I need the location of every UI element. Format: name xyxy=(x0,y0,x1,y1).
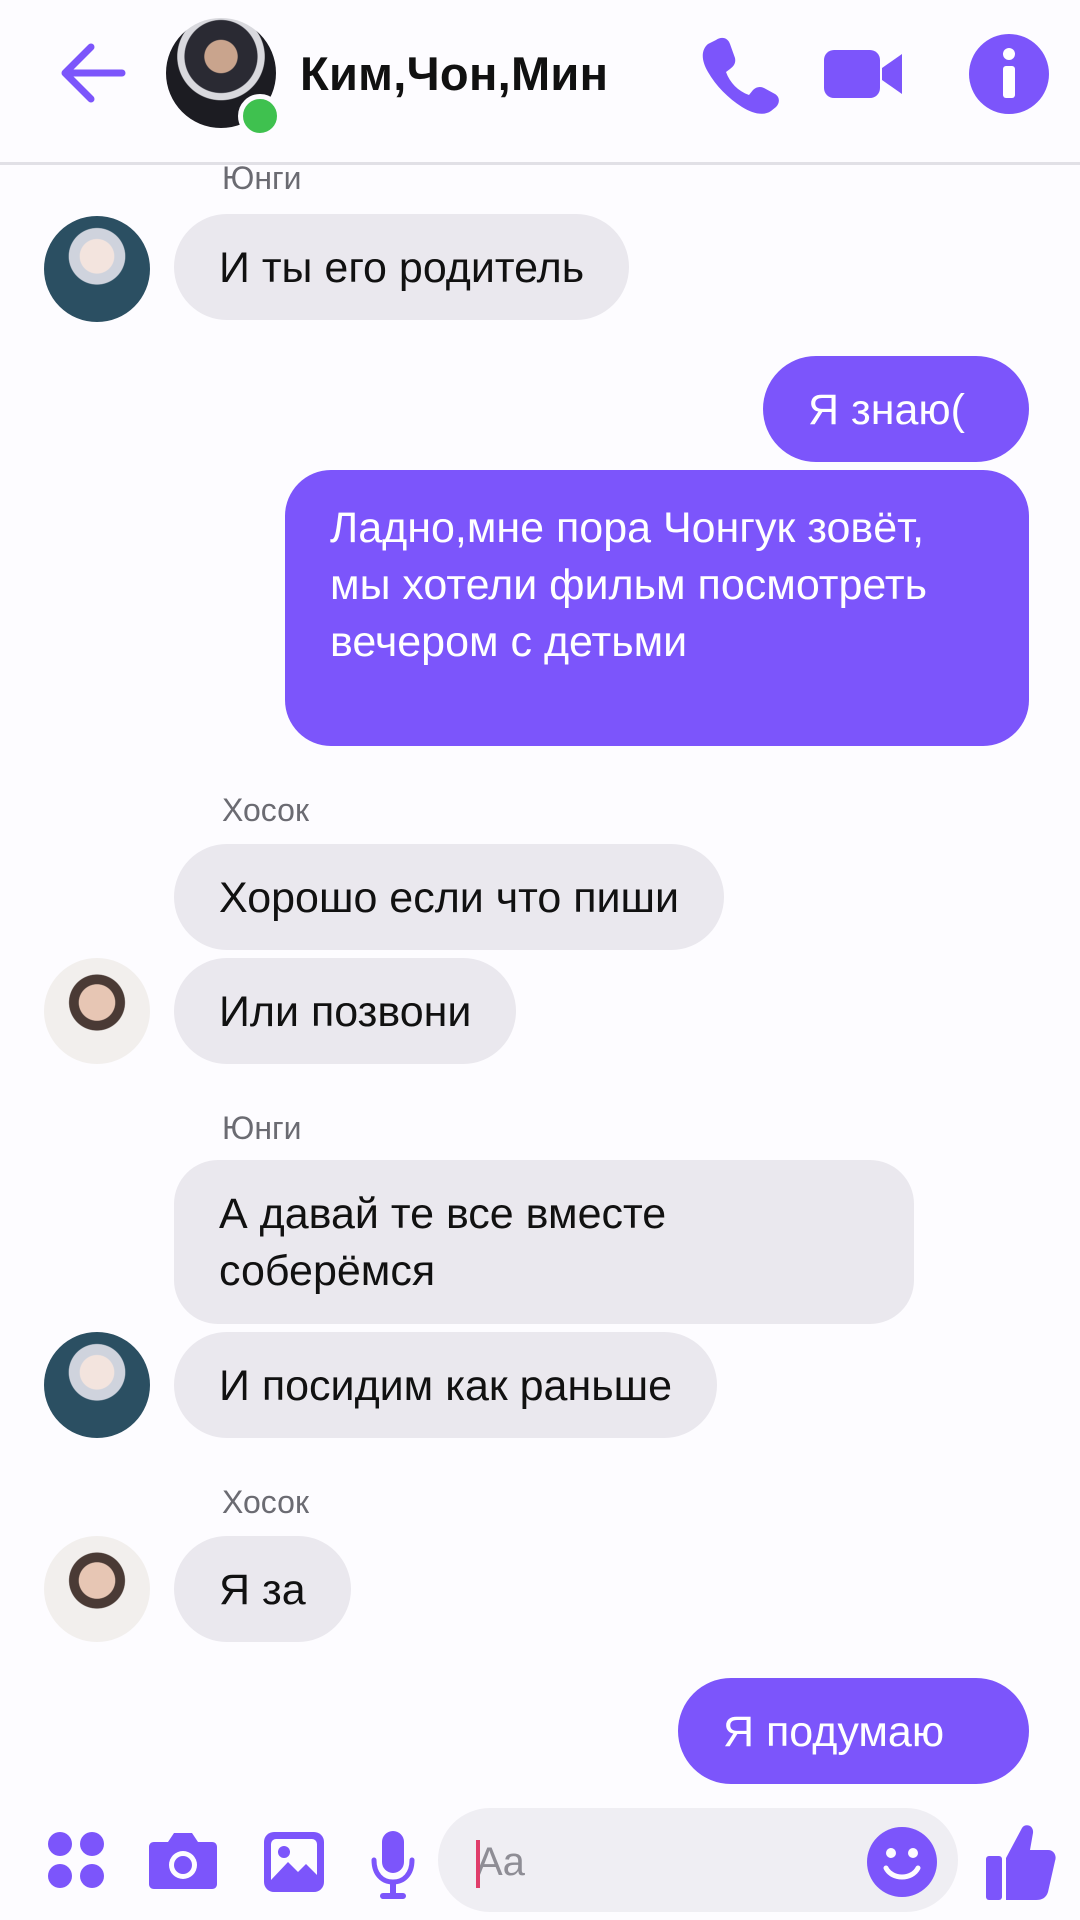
avatar-hosok[interactable] xyxy=(44,958,150,1064)
sender-name: Хосок xyxy=(222,792,309,828)
outgoing-message[interactable]: Ладно,мне пора Чонгук зовёт, мы хотели ф… xyxy=(285,470,1029,746)
message-input-placeholder: Aa xyxy=(476,1840,525,1884)
incoming-message[interactable]: А давай те все вместе соберёмся xyxy=(174,1160,914,1324)
gallery-icon[interactable] xyxy=(262,1830,326,1894)
incoming-message[interactable]: Хорошо если что пиши xyxy=(174,844,725,950)
info-icon[interactable] xyxy=(967,32,1051,116)
incoming-message[interactable]: И посидим как раньше xyxy=(174,1332,718,1438)
incoming-message[interactable]: Или позвони xyxy=(174,958,517,1064)
chat-header: Ким,Чон,Мин xyxy=(0,0,1080,165)
apps-icon[interactable] xyxy=(46,1830,106,1890)
microphone-icon[interactable] xyxy=(370,1830,416,1900)
message-list[interactable]: Юнги И ты его родитель Я знаю( Ладно,мне… xyxy=(0,0,1080,1920)
text-cursor xyxy=(476,1840,480,1888)
avatar-yungi[interactable] xyxy=(44,1332,150,1438)
video-call-icon[interactable] xyxy=(822,32,904,116)
incoming-message[interactable]: Я за xyxy=(174,1536,351,1642)
outgoing-message[interactable]: Я подумаю xyxy=(678,1678,1029,1784)
online-status-dot xyxy=(238,94,282,138)
outgoing-message[interactable]: Я знаю( xyxy=(763,356,1029,462)
chat-title[interactable]: Ким,Чон,Мин xyxy=(300,46,608,101)
sender-name: Юнги xyxy=(222,1110,302,1146)
sender-name: Хосок xyxy=(222,1484,309,1520)
phone-icon[interactable] xyxy=(698,32,782,116)
back-arrow-icon[interactable] xyxy=(55,36,130,111)
avatar-hosok[interactable] xyxy=(44,1536,150,1642)
thumbs-up-icon[interactable] xyxy=(984,1822,1056,1902)
sender-name: Юнги xyxy=(222,160,302,196)
avatar-yungi[interactable] xyxy=(44,216,150,322)
incoming-message[interactable]: И ты его родитель xyxy=(174,214,630,320)
emoji-icon[interactable] xyxy=(866,1826,938,1898)
camera-icon[interactable] xyxy=(148,1830,218,1890)
